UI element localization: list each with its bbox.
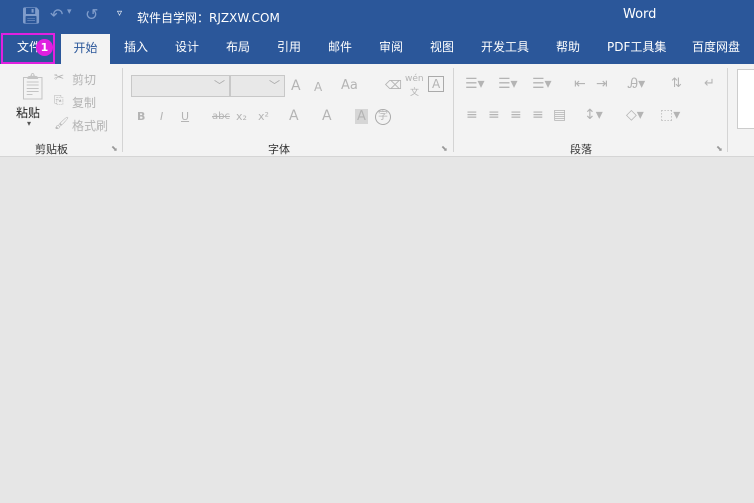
divider [727,68,728,152]
decrease-indent-button[interactable]: ⇤ [574,76,586,92]
annotation-badge: 1 [36,39,53,56]
redo-icon[interactable]: ↺ [85,5,98,24]
bold-button[interactable]: B [137,110,145,123]
font-group-label: 字体 [268,143,290,156]
paragraph-group-label: 段落 [570,143,592,156]
styles-gallery[interactable] [737,69,754,129]
document-title: 软件自学网：RJZXW.COM [137,11,280,25]
tab-design[interactable]: 设计 [175,38,199,55]
bullets-button[interactable]: ☰▾ [465,76,485,92]
justify-button[interactable]: ≡ [532,107,544,123]
multilevel-list-button[interactable]: ☰▾ [532,76,552,92]
text-effects-button[interactable]: A [289,108,299,124]
title-bar: 💾︎ ↶ ▾ ↺ ▿ 软件自学网：RJZXW.COM Word 文件 开始 插入… [0,0,754,64]
enclose-characters-button[interactable]: 字 [375,109,391,125]
strikethrough-button[interactable]: abc [212,111,230,122]
cut-button[interactable]: 剪切 [72,71,96,88]
app-name: Word [623,7,657,22]
copy-icon: ⎘ [54,93,64,107]
tab-home[interactable]: 开始 [61,34,110,64]
underline-button[interactable]: U [181,110,189,123]
save-icon[interactable]: 💾︎ [21,6,41,25]
copy-button[interactable]: 复制 [72,94,96,111]
subscript-button[interactable]: x₂ [236,110,247,123]
align-center-button[interactable]: ≡ [488,107,500,123]
shrink-font-button[interactable]: A [314,80,322,94]
increase-indent-button[interactable]: ⇥ [596,76,608,92]
clear-formatting-icon[interactable]: ⌫ [385,78,402,92]
font-launcher-icon[interactable]: ⬊ [441,144,448,153]
undo-icon[interactable]: ↶ [50,5,63,24]
tab-insert[interactable]: 插入 [124,38,148,55]
borders-button[interactable]: ⬚▾ [660,107,680,123]
format-painter-icon: 🖌︎ [54,116,70,130]
tab-mailings[interactable]: 邮件 [328,38,352,55]
italic-button[interactable]: I [160,110,163,123]
shading-button[interactable]: ◇▾ [626,107,644,123]
divider [122,68,123,152]
align-left-button[interactable]: ≡ [466,107,478,123]
character-border-button[interactable]: A [428,76,445,92]
character-shading-button[interactable]: A [355,109,368,124]
grow-font-button[interactable]: A [291,78,301,94]
change-case-button[interactable]: Aa [341,78,358,93]
paste-icon[interactable]: 📋︎ [16,72,49,102]
numbering-button[interactable]: ☰▾ [498,76,518,92]
tab-view[interactable]: 视图 [430,38,454,55]
paste-dropdown-icon[interactable]: ▾ [27,119,31,128]
paragraph-launcher-icon[interactable]: ⬊ [716,144,723,153]
font-color-button[interactable]: A [322,108,332,124]
clipboard-group-label: 剪贴板 [35,143,68,156]
tab-help[interactable]: 帮助 [556,38,580,55]
sort-button[interactable]: ⇅ [671,76,682,91]
font-name-combo[interactable]: ﹀ [131,75,230,97]
tab-references[interactable]: 引用 [277,38,301,55]
cut-icon: ✂ [54,70,65,84]
undo-dropdown-icon[interactable]: ▾ [67,7,72,17]
format-painter-button[interactable]: 格式刷 [72,117,108,134]
tab-pdf-tools[interactable]: PDF工具集 [607,38,666,55]
superscript-button[interactable]: x² [258,110,269,123]
font-size-combo[interactable]: ﹀ [230,75,285,97]
customize-qat-icon[interactable]: ▿ [117,8,122,19]
line-spacing-button[interactable]: ↕▾ [584,107,603,123]
tab-layout[interactable]: 布局 [226,38,250,55]
align-right-button[interactable]: ≡ [510,107,522,123]
phonetic-guide-char: 文 [410,88,420,98]
show-marks-button[interactable]: ↵ [704,76,715,91]
tab-review[interactable]: 审阅 [379,38,403,55]
tab-baidu-netdisk[interactable]: 百度网盘 [692,38,740,55]
document-canvas[interactable] [0,158,754,503]
phonetic-guide-button[interactable]: wén [405,74,424,84]
divider [453,68,454,152]
ribbon: 📋︎ 粘贴 ▾ ✂ 剪切 ⎘ 复制 🖌︎ 格式刷 剪贴板 ⬊ ﹀ ﹀ A A A… [0,64,754,157]
distributed-button[interactable]: ▤ [553,107,566,123]
tab-developer[interactable]: 开发工具 [481,38,529,55]
text-direction-button[interactable]: Ꭿ▾ [628,76,645,92]
clipboard-launcher-icon[interactable]: ⬊ [111,144,118,153]
